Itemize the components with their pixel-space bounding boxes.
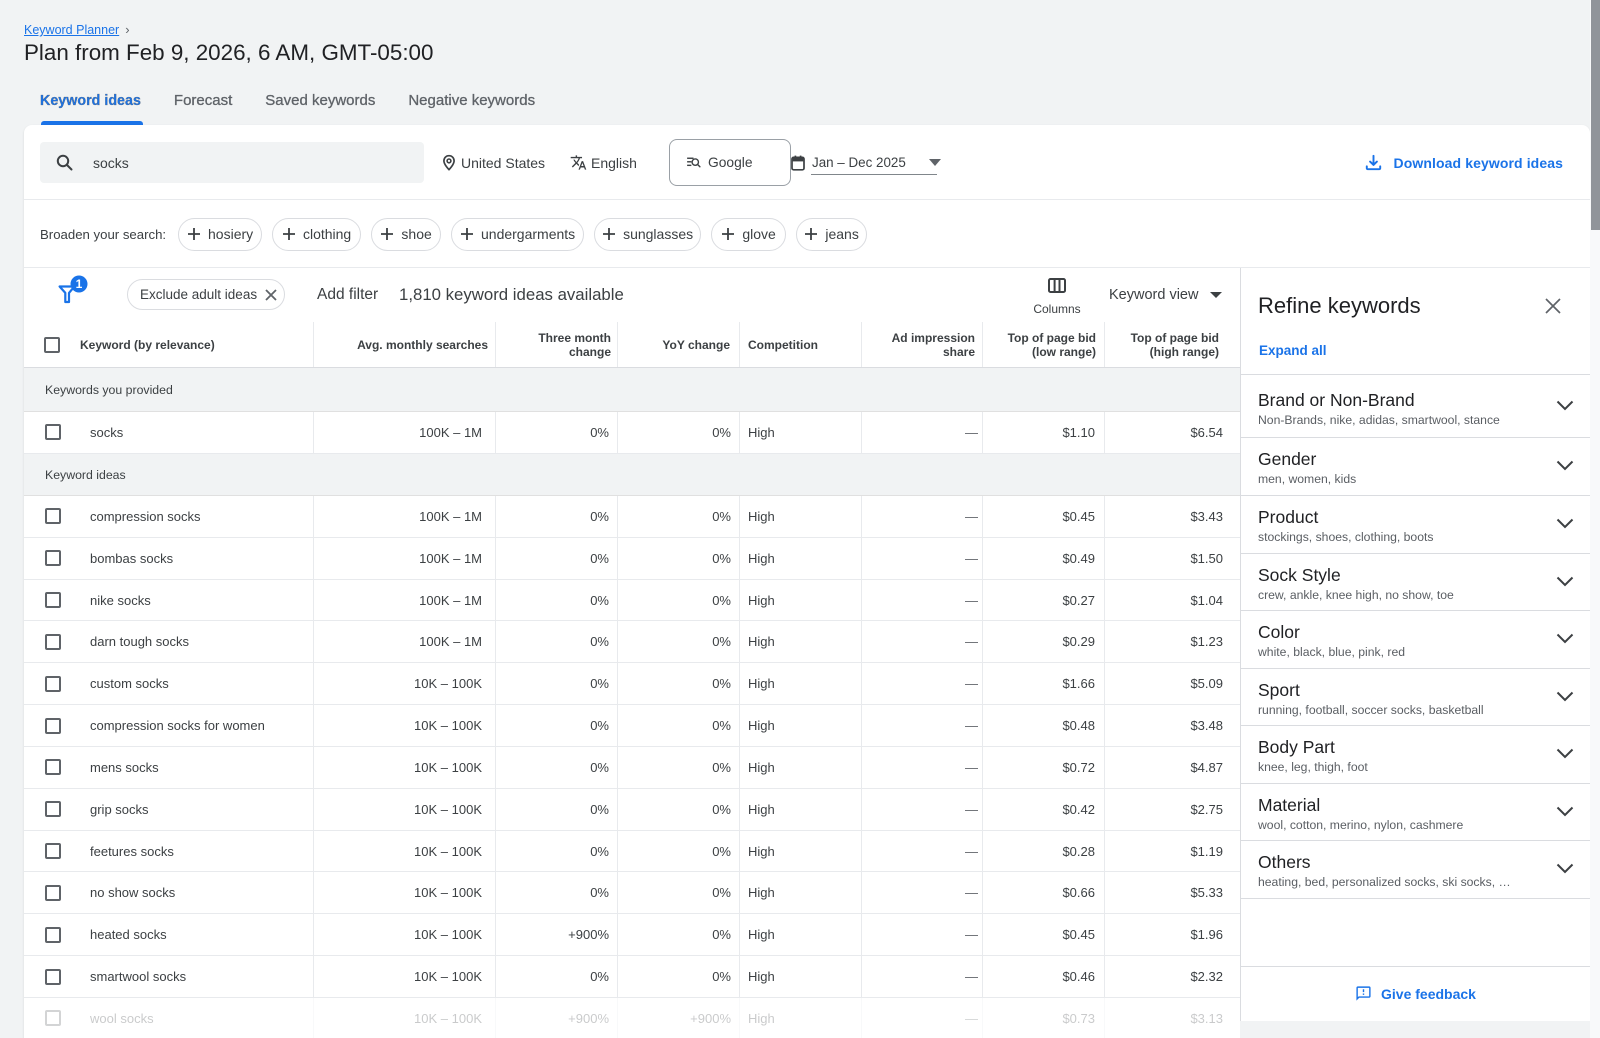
svg-text:1: 1	[76, 277, 83, 291]
